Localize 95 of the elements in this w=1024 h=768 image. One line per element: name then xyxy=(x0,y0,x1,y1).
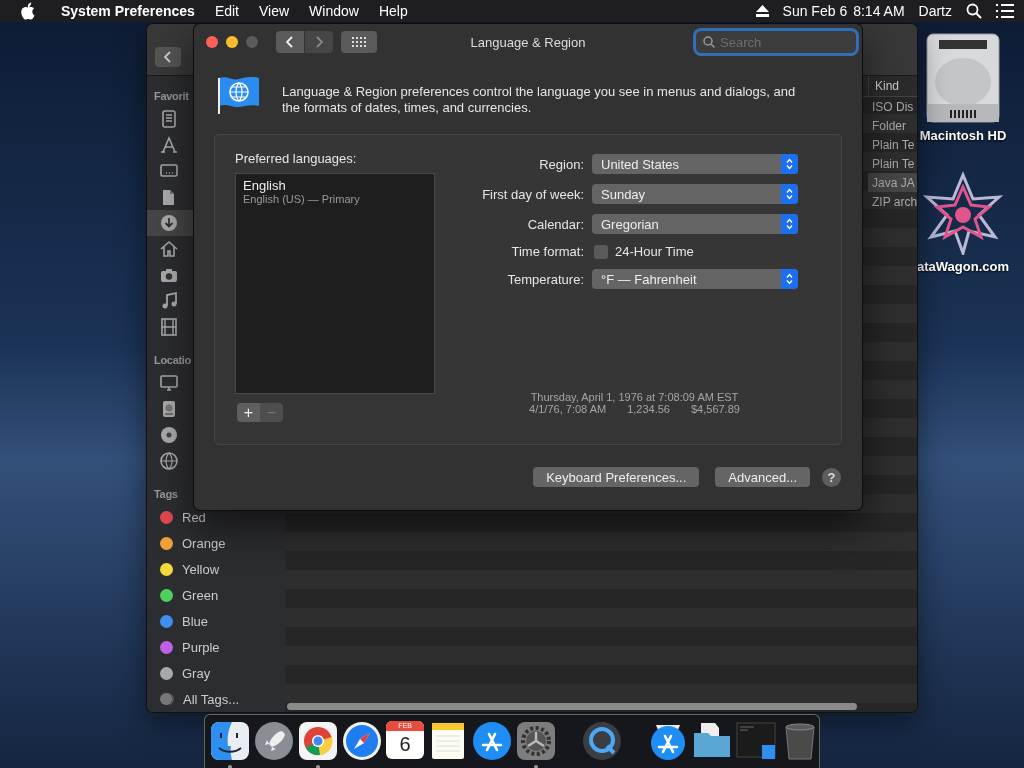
show-all-button[interactable] xyxy=(341,31,377,53)
tag-label[interactable]: Blue xyxy=(182,613,209,629)
gear-icon[interactable] xyxy=(516,721,556,761)
popup-menu[interactable]: United States xyxy=(592,154,798,174)
window-thumbnail-icon[interactable] xyxy=(736,721,776,761)
app-store-icon[interactable] xyxy=(472,721,512,761)
hard-drive-icon[interactable] xyxy=(925,32,1001,124)
disc-icon xyxy=(159,425,179,445)
chevron-right-icon xyxy=(315,36,323,48)
flag-globe-icon xyxy=(218,76,260,114)
tag-label[interactable]: Gray xyxy=(182,665,211,681)
setting-label: Temperature: xyxy=(506,271,584,287)
menu-item[interactable]: Window xyxy=(309,3,359,19)
eject-icon[interactable] xyxy=(755,5,769,17)
finder-face-icon[interactable] xyxy=(210,721,250,761)
ring-logo-icon[interactable] xyxy=(298,721,338,761)
chevron-left-icon xyxy=(164,51,172,63)
tag-label[interactable]: Orange xyxy=(182,535,226,551)
app-menu[interactable]: System Preferences xyxy=(61,3,195,19)
house-icon xyxy=(159,239,179,259)
language-detail: English (US) — Primary xyxy=(243,193,361,205)
monitor-icon xyxy=(159,373,179,393)
tag-label[interactable]: Red xyxy=(182,509,206,525)
back-button[interactable] xyxy=(155,47,181,67)
tag-label[interactable]: Green xyxy=(182,587,219,603)
search-icon xyxy=(703,36,715,48)
star-drawing[interactable] xyxy=(921,171,1005,255)
menu-item[interactable]: Help xyxy=(378,3,408,19)
setting-label: Time format: xyxy=(510,244,584,259)
add-language-button[interactable]: + xyxy=(237,403,260,422)
tray-icon xyxy=(159,109,179,129)
sample-format-text: $4,567.89 xyxy=(690,403,740,415)
download-icon xyxy=(159,213,179,233)
back-button[interactable] xyxy=(276,31,304,53)
language-list[interactable]: English English (US) — Primary xyxy=(235,173,435,394)
menu-bar-date[interactable]: Sun Feb 6 xyxy=(782,3,848,19)
tags-icon xyxy=(160,692,174,706)
sidebar-heading: Favorit xyxy=(154,89,189,104)
desktop-icon-label[interactable]: ataWagon.com xyxy=(917,259,1009,274)
window-title: Language & Region xyxy=(470,34,586,50)
setting-label: First day of week: xyxy=(481,186,584,202)
close-button[interactable] xyxy=(206,36,218,48)
sample-date-text: Thursday, April 1, 1976 at 7:08:09 AM EST xyxy=(530,391,739,403)
scrollbar-thumb[interactable] xyxy=(287,703,857,710)
kind-cell[interactable]: Plain Te xyxy=(868,154,917,173)
desktop-icon-label[interactable]: Macintosh HD xyxy=(919,128,1007,143)
sidebar-item[interactable] xyxy=(147,210,193,236)
language-item[interactable]: English English (US) — Primary xyxy=(236,177,434,206)
kind-cell[interactable]: Plain Te xyxy=(868,135,917,154)
popup-menu[interactable]: °F — Fahrenheit xyxy=(592,269,798,289)
sample-format-text: 1,234.56 xyxy=(627,403,670,415)
a-shape-icon xyxy=(159,135,179,155)
list-menu-icon[interactable] xyxy=(996,4,1014,18)
popup-menu[interactable]: Gregorian xyxy=(592,214,798,234)
up-down-arrows-icon xyxy=(786,273,793,285)
tag-label[interactable]: Purple xyxy=(182,639,220,655)
menu-bar-time[interactable]: 8:14 AM xyxy=(853,3,905,19)
user-name[interactable]: Dartz xyxy=(918,3,952,19)
setting-label: Calendar: xyxy=(526,216,584,232)
all-tags-link[interactable]: All Tags... xyxy=(183,691,240,707)
description-text: Language & Region preferences control the language you see in menus and dialogs, and the formats of dates, times, and currencies. xyxy=(282,84,797,116)
checkbox-label[interactable]: 24-Hour Time xyxy=(615,244,694,259)
q-logo-icon[interactable] xyxy=(582,721,622,761)
sidebar-heading: Locatio xyxy=(154,353,191,368)
kind-cell[interactable]: ISO Dis xyxy=(868,97,917,116)
dot-grid-icon xyxy=(352,37,366,47)
globe-icon xyxy=(159,451,179,471)
search-icon[interactable] xyxy=(966,3,982,19)
sidebar-heading: Tags xyxy=(154,487,178,502)
tag-label[interactable]: Yellow xyxy=(182,561,220,577)
kind-cell[interactable]: ZIP arch xyxy=(868,192,917,211)
sample-format-text: 4/1/76, 7:08 AM xyxy=(529,403,607,415)
help-button[interactable]: ? xyxy=(822,467,841,487)
kind-cell[interactable]: Java JA xyxy=(868,173,917,192)
up-down-arrows-icon xyxy=(786,218,793,230)
kind-cell[interactable]: Folder xyxy=(868,116,917,135)
languages-label: Preferred languages: xyxy=(235,151,358,166)
menu-item[interactable]: Edit xyxy=(214,3,239,19)
compass-icon[interactable] xyxy=(342,721,382,761)
column-header[interactable]: Kind xyxy=(868,76,917,96)
setting-label: Region: xyxy=(538,156,584,172)
chevron-left-icon xyxy=(286,36,294,48)
dialog-button[interactable]: Keyboard Preferences... xyxy=(533,467,700,487)
popup-menu[interactable]: Sunday xyxy=(592,184,798,204)
calendar-day: 6 xyxy=(399,731,411,757)
apple-logo-icon[interactable] xyxy=(19,2,35,20)
menu-item[interactable]: View xyxy=(259,3,290,19)
rocket-icon[interactable] xyxy=(254,721,294,761)
language-name: English xyxy=(243,178,287,193)
up-down-arrows-icon xyxy=(786,188,793,200)
dialog-button[interactable]: Advanced... xyxy=(715,467,810,487)
up-down-arrows-icon xyxy=(786,158,793,170)
film-icon xyxy=(159,317,179,337)
checkbox[interactable] xyxy=(594,244,608,259)
minimize-button[interactable] xyxy=(226,36,238,48)
